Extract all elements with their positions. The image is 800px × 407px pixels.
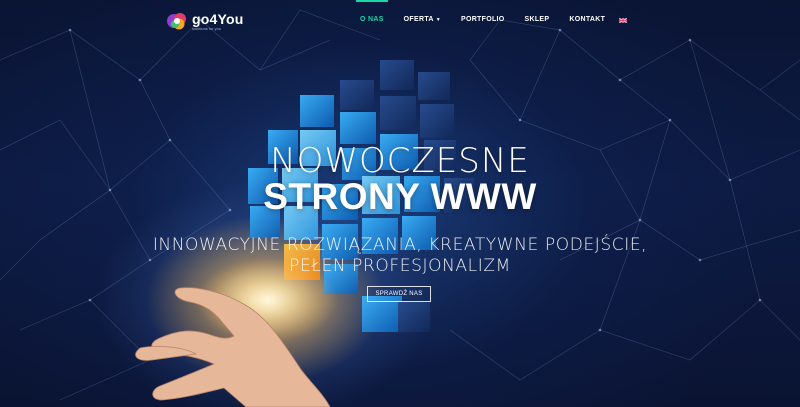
top-navbar: go4You solutions for you O NAS OFERTA ▼ P…: [0, 0, 800, 40]
menu-item-kontakt[interactable]: KONTAKT: [559, 0, 615, 40]
chevron-down-icon: ▼: [435, 17, 441, 23]
check-us-button[interactable]: SPRAWDŹ NAS: [367, 286, 431, 302]
menu-item-label: SKLEP: [524, 16, 550, 23]
hero-background: go4You solutions for you O NAS OFERTA ▼ P…: [0, 0, 800, 407]
brand-logo[interactable]: go4You solutions for you: [166, 9, 244, 33]
menu-item-label: OFERTA: [403, 16, 434, 23]
hero-subtitle-line-1: INNOWACYJNE ROZWIĄZANIA, KREATYWNE PODEJ…: [152, 235, 648, 255]
menu-item-sklep[interactable]: SKLEP: [515, 0, 560, 40]
main-menu: O NAS OFERTA ▼ PORTFOLIO SKLEP KONTAKT: [350, 0, 628, 40]
brand-tagline: solutions for you: [192, 25, 222, 31]
brand-name: go4You: [192, 10, 244, 27]
menu-item-label: PORTFOLIO: [460, 16, 505, 23]
hero-title-line-2: STRONY WWW: [263, 176, 537, 217]
menu-item-oferta[interactable]: OFERTA ▼: [394, 0, 451, 40]
go4you-logo-icon: [167, 13, 186, 30]
hero-subtitle-line-2: PEŁEN PROFESJONALIZM: [289, 256, 511, 276]
menu-item-o-nas[interactable]: O NAS: [350, 0, 394, 40]
menu-item-portfolio[interactable]: PORTFOLIO: [451, 0, 515, 40]
menu-item-label: O NAS: [360, 16, 384, 23]
hero-title-line-1: NOWOCZESNE: [270, 141, 530, 181]
english-flag-icon[interactable]: [619, 17, 628, 23]
menu-item-label: KONTAKT: [569, 16, 606, 23]
